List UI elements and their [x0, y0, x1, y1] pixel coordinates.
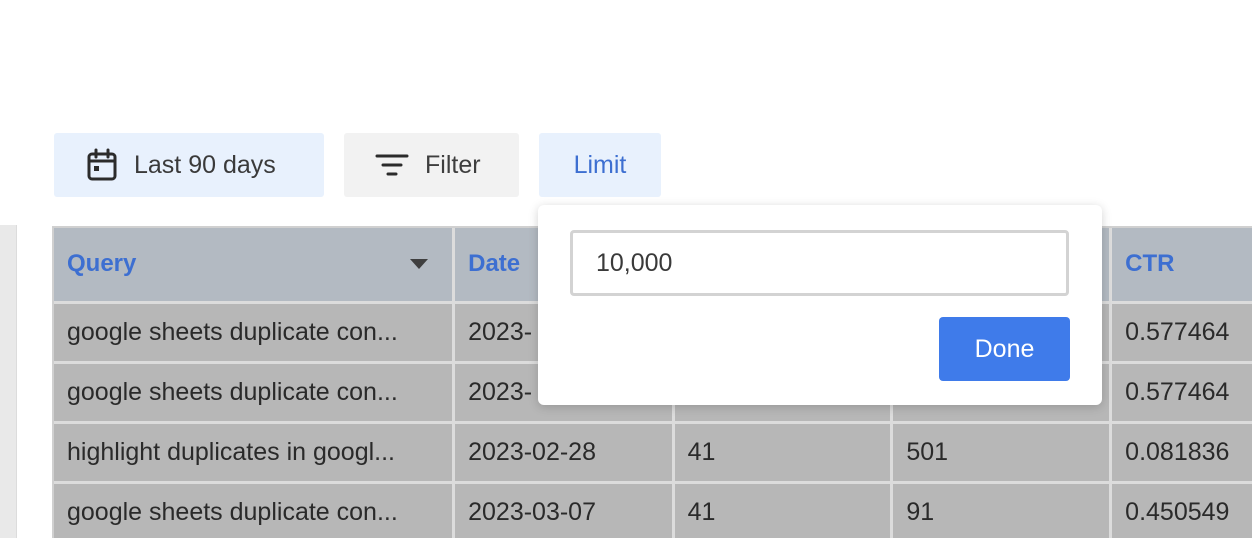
column-header-ctr[interactable]: CTR: [1110, 228, 1252, 304]
column-header-label: CTR: [1125, 250, 1175, 278]
table-cell: 2023-02-28: [453, 422, 675, 484]
date-range-label: Last 90 days: [134, 150, 276, 179]
done-button[interactable]: Done: [939, 317, 1070, 381]
page: Last 90 days Filter Limit Query Date CTR…: [0, 0, 1252, 538]
table-cell: 501: [891, 422, 1113, 484]
table-row: highlight duplicates in googl... 2023-02…: [54, 422, 1252, 484]
table-cell: highlight duplicates in googl...: [54, 422, 456, 484]
limit-label: Limit: [573, 150, 627, 179]
limit-button[interactable]: Limit: [539, 133, 661, 197]
date-range-button[interactable]: Last 90 days: [54, 133, 324, 197]
table-cell: 0.081836: [1110, 422, 1252, 484]
table-cell: 41: [673, 482, 894, 538]
column-header-label: Date: [468, 250, 521, 278]
table-cell: google sheets duplicate con...: [54, 302, 456, 364]
column-header-label: Query: [67, 250, 137, 278]
table-cell: 0.577464: [1110, 362, 1252, 424]
table-cell: 41: [673, 422, 894, 484]
limit-popover: Done: [538, 205, 1102, 405]
limit-input[interactable]: [570, 230, 1069, 296]
left-panel-edge: [0, 225, 17, 538]
table-cell: 0.577464: [1110, 302, 1252, 364]
table-cell: 0.450549: [1110, 482, 1252, 538]
table-row: google sheets duplicate con... 2023-03-0…: [54, 482, 1252, 538]
table-cell: 91: [891, 482, 1113, 538]
filter-icon: [375, 152, 409, 178]
sort-down-icon[interactable]: [410, 259, 429, 270]
filter-button[interactable]: Filter: [344, 133, 519, 197]
table-cell: 2023-03-07: [453, 482, 675, 538]
column-header-query[interactable]: Query: [54, 228, 456, 304]
table-cell: google sheets duplicate con...: [54, 362, 456, 424]
table-cell: google sheets duplicate con...: [54, 482, 456, 538]
filter-label: Filter: [425, 150, 481, 179]
calendar-icon: [86, 148, 118, 182]
